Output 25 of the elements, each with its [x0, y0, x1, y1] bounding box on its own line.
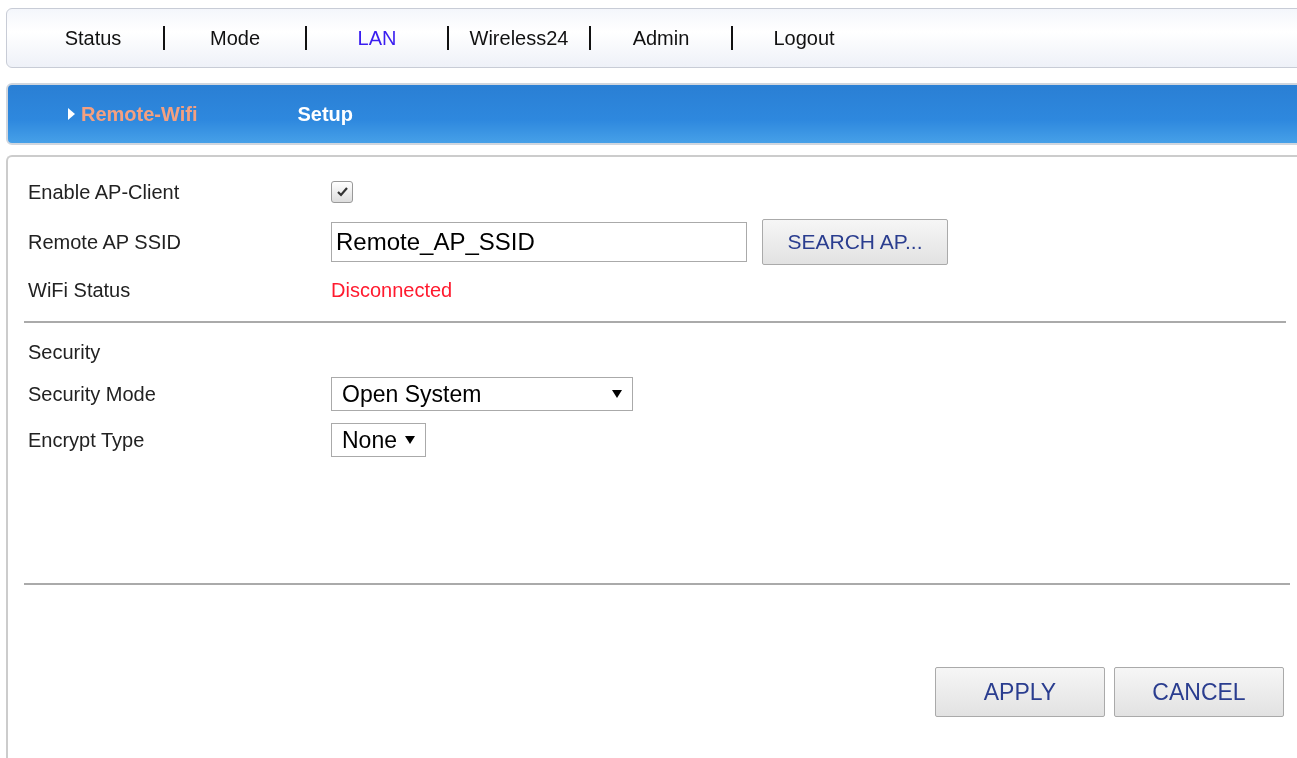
checkmark-icon: [336, 187, 348, 197]
security-mode-dropdown[interactable]: Open System: [331, 377, 633, 411]
ssid-input-field[interactable]: Remote_AP_SSID: [331, 222, 747, 262]
triangle-icon: [68, 108, 75, 120]
nav-link[interactable]: LAN: [357, 26, 397, 50]
encrypt-type-dropdown[interactable]: None: [331, 423, 426, 457]
nav-link[interactable]: Mode: [210, 26, 260, 50]
wifi-status-text: Disconnected: [331, 278, 453, 302]
submenu-tab[interactable]: Setup: [297, 102, 354, 126]
nav-link[interactable]: Logout: [773, 26, 835, 50]
nav-link[interactable]: Admin: [632, 26, 690, 50]
field-label: Remote AP SSID: [28, 230, 183, 254]
caret-icon: [612, 390, 622, 398]
nav-link[interactable]: Wireless24: [469, 26, 569, 50]
action-button[interactable]: CANCEL: [1114, 667, 1284, 717]
field-label: WiFi Status: [28, 278, 132, 302]
field-label: Security Mode: [28, 382, 157, 406]
field-label: Encrypt Type: [28, 428, 146, 452]
field-label: Enable AP-Client: [28, 180, 181, 204]
search-ap-button[interactable]: SEARCH AP...: [762, 219, 948, 265]
action-button[interactable]: APPLY: [935, 667, 1105, 717]
section-heading: Security: [28, 340, 102, 364]
checkbox[interactable]: [331, 181, 353, 203]
nav-link[interactable]: Status: [64, 26, 122, 50]
caret-icon: [405, 436, 415, 444]
